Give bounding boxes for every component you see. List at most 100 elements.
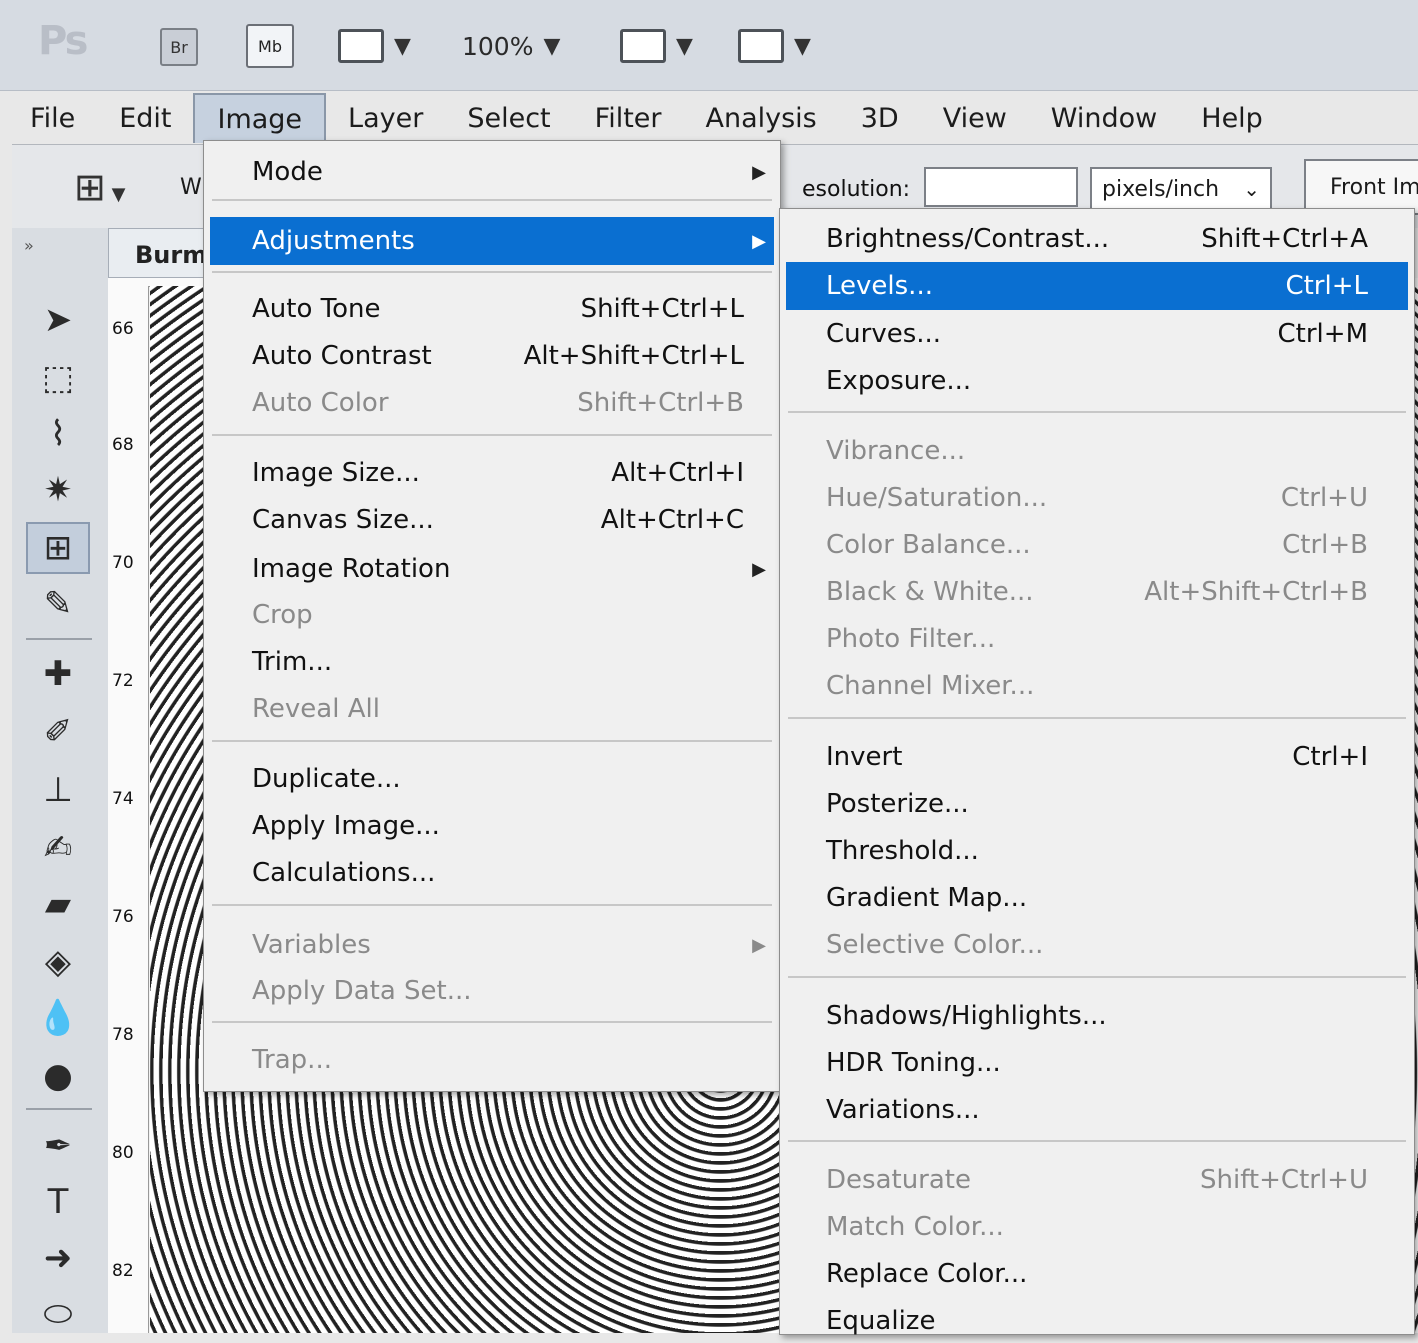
menu-item-image-rotation[interactable]: Image Rotation ▶ [204,547,780,591]
chevron-down-icon: ▼ [676,33,693,59]
chevron-down-icon: ▼ [794,33,811,59]
shape-tool-icon[interactable]: ⬭ [26,1288,90,1340]
front-image-button[interactable]: Front Im [1304,159,1418,215]
menu-item-shadows-highlights[interactable]: Shadows/Highlights... [780,994,1414,1038]
menu-item-calculations[interactable]: Calculations... [204,851,780,895]
resolution-input[interactable] [924,167,1078,207]
chevron-down-icon: ▼ [394,33,411,59]
menu-item-variations[interactable]: Variations... [780,1088,1414,1132]
menu-item-color-balance: Color Balance... Ctrl+B [780,523,1414,567]
magic-wand-tool-icon[interactable]: ✷ [26,464,90,516]
arrange-documents-dropdown[interactable]: ▼ [620,24,693,68]
menu-3d[interactable]: 3D [839,94,921,142]
screen-mode-dropdown[interactable]: ▼ [738,24,811,68]
lasso-tool-icon[interactable]: ⌇ [26,408,90,460]
submenu-arrow-icon: ▶ [752,230,766,252]
submenu-arrow-icon: ▶ [752,558,766,580]
menu-separator [212,1021,772,1023]
healing-brush-tool-icon[interactable]: ✚ [26,648,90,700]
menu-item-posterize[interactable]: Posterize... [780,782,1414,826]
type-tool-icon[interactable]: T [26,1176,90,1228]
menu-item-label: Canvas Size... [252,505,434,535]
zoom-dropdown[interactable]: 100% ▼ [462,24,560,68]
eraser-tool-icon[interactable]: ▰ [26,878,90,930]
menu-item-label: Image Size... [252,458,420,488]
menu-item-exposure[interactable]: Exposure... [780,359,1414,403]
ruler-label: 72 [112,671,134,691]
menu-separator [788,1140,1406,1142]
menu-item-label: Gradient Map... [826,883,1028,913]
menu-file[interactable]: File [8,94,97,142]
resolution-units-select[interactable]: pixels/inch ⌄ [1090,167,1272,211]
menu-image[interactable]: Image [193,93,327,143]
menu-item-label: Selective Color... [826,930,1044,960]
menu-select[interactable]: Select [445,94,572,142]
menu-item-label: Auto Color [252,388,389,418]
menu-item-label: Crop [252,600,313,630]
collapse-panel-icon[interactable]: » [24,236,34,255]
menu-bar: File Edit Image Layer Select Filter Anal… [8,92,1418,144]
menu-item-image-size[interactable]: Image Size... Alt+Ctrl+I [204,451,780,495]
menu-view[interactable]: View [921,94,1029,142]
menu-item-canvas-size[interactable]: Canvas Size... Alt+Ctrl+C [204,498,780,542]
menu-layer[interactable]: Layer [326,94,445,142]
document-tab[interactable]: Burm [108,228,218,278]
ruler-label: 74 [112,789,134,809]
eyedropper-tool-icon[interactable]: ✎ [26,578,90,630]
dodge-tool-icon[interactable]: ● [26,1050,90,1102]
menu-item-apply-image[interactable]: Apply Image... [204,804,780,848]
menu-item-hdr-toning[interactable]: HDR Toning... [780,1041,1414,1085]
menu-edit[interactable]: Edit [97,94,193,142]
menu-item-label: Hue/Saturation... [826,483,1048,513]
menu-item-mode[interactable]: Mode ▶ [204,150,780,194]
history-brush-tool-icon[interactable]: ✍ [26,822,90,874]
extras-dropdown[interactable]: ▼ [338,24,411,68]
menu-analysis[interactable]: Analysis [684,94,839,142]
crop-tool-preset-icon[interactable]: ⊞ ▼ [74,165,125,209]
menu-item-auto-contrast[interactable]: Auto Contrast Alt+Shift+Ctrl+L [204,334,780,378]
menu-item-adjustments[interactable]: Adjustments ▶ [210,217,774,265]
menu-separator [212,740,772,742]
menu-item-reveal-all: Reveal All [204,687,780,731]
menu-separator [788,717,1406,719]
menu-item-auto-tone[interactable]: Auto Tone Shift+Ctrl+L [204,287,780,331]
menu-item-levels[interactable]: Levels... Ctrl+L [786,262,1408,310]
menu-item-invert[interactable]: Invert Ctrl+I [780,735,1414,779]
blur-tool-icon[interactable]: 💧 [26,992,90,1044]
menu-item-vibrance: Vibrance... [780,429,1414,473]
paint-bucket-tool-icon[interactable]: ◈ [26,936,90,988]
menu-item-label: Match Color... [826,1212,1004,1242]
pen-tool-icon[interactable]: ✒ [26,1120,90,1172]
menu-item-gradient-map[interactable]: Gradient Map... [780,876,1414,920]
menu-item-shortcut: Ctrl+I [1292,742,1368,772]
brush-tool-icon[interactable]: ✐ [26,706,90,758]
bridge-button[interactable]: Br [160,28,198,66]
menu-item-curves[interactable]: Curves... Ctrl+M [780,312,1414,356]
menu-item-equalize[interactable]: Equalize [780,1299,1414,1343]
menu-item-black-white: Black & White... Alt+Shift+Ctrl+B [780,570,1414,614]
application-bar: Ps Br Mb ▼ 100% ▼ ▼ ▼ [0,0,1418,91]
menu-item-shortcut: Ctrl+L [1285,271,1368,301]
screen-mode-icon [738,29,784,63]
menu-item-label: Equalize [826,1306,936,1336]
menu-item-threshold[interactable]: Threshold... [780,829,1414,873]
mini-bridge-button[interactable]: Mb [246,24,294,68]
menu-filter[interactable]: Filter [573,94,684,142]
menu-item-label: Auto Tone [252,294,381,324]
path-selection-tool-icon[interactable]: ➜ [26,1232,90,1284]
menu-separator [212,271,772,273]
crop-tool-icon[interactable]: ⊞ [26,522,90,574]
menu-item-trim[interactable]: Trim... [204,640,780,684]
film-strip-icon [338,29,384,63]
menu-help[interactable]: Help [1179,94,1285,142]
menu-item-label: Trim... [252,647,333,677]
menu-item-brightness-contrast[interactable]: Brightness/Contrast... Shift+Ctrl+A [780,217,1414,261]
menu-item-replace-color[interactable]: Replace Color... [780,1252,1414,1296]
menu-window[interactable]: Window [1029,94,1179,142]
clone-stamp-tool-icon[interactable]: ⊥ [26,764,90,816]
menu-item-selective-color: Selective Color... [780,923,1414,967]
adjustments-submenu: Brightness/Contrast... Shift+Ctrl+A Leve… [779,208,1415,1336]
marquee-tool-icon[interactable]: ⬚ [26,352,90,404]
menu-item-duplicate[interactable]: Duplicate... [204,757,780,801]
move-tool-icon[interactable]: ➤ [26,294,90,346]
